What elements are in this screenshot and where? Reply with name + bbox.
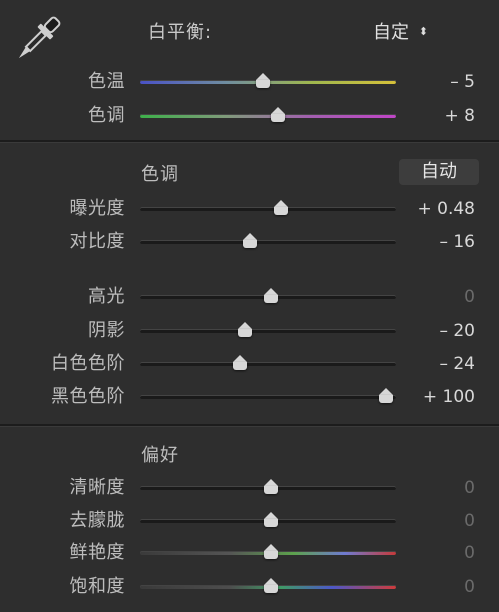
slider-value-clarity[interactable]: 0 bbox=[385, 477, 475, 499]
eyedropper-icon[interactable] bbox=[10, 10, 66, 68]
slider-label-exposure: 曝光度 bbox=[69, 198, 125, 219]
slider-label-temp: 色温 bbox=[88, 71, 125, 92]
slider-value-temp[interactable]: – 5 bbox=[385, 71, 475, 93]
slider-value-vibrance[interactable]: 0 bbox=[385, 542, 475, 564]
slider-label-clarity: 清晰度 bbox=[69, 477, 125, 498]
slider-track-shadows[interactable] bbox=[140, 329, 396, 333]
slider-label-blacks: 黑色色阶 bbox=[51, 386, 125, 407]
slider-value-highlights[interactable]: 0 bbox=[385, 286, 475, 308]
slider-value-dehaze[interactable]: 0 bbox=[385, 510, 475, 532]
slider-label-saturation: 饱和度 bbox=[69, 576, 125, 597]
slider-track-blacks[interactable] bbox=[140, 395, 396, 399]
slider-value-blacks[interactable]: + 100 bbox=[385, 386, 475, 408]
slider-track-contrast[interactable] bbox=[140, 240, 396, 244]
slider-value-tint[interactable]: + 8 bbox=[385, 105, 475, 127]
white-balance-select[interactable]: 自定 ⬍ bbox=[373, 18, 428, 44]
slider-value-saturation[interactable]: 0 bbox=[385, 576, 475, 598]
white-balance-value: 自定 bbox=[373, 22, 409, 43]
slider-value-contrast[interactable]: – 16 bbox=[385, 231, 475, 253]
slider-label-tint: 色调 bbox=[88, 105, 125, 126]
slider-track-tint[interactable] bbox=[140, 114, 396, 118]
basic-panel: 白平衡: 自定 ⬍ 色温 – 5 色调 + 8 色调 自动 曝光度 + 0.48 对比度 –… bbox=[0, 0, 499, 612]
slider-value-exposure[interactable]: + 0.48 bbox=[385, 198, 476, 220]
slider-label-vibrance: 鲜艳度 bbox=[69, 542, 125, 563]
slider-value-shadows[interactable]: – 20 bbox=[385, 320, 475, 342]
slider-label-dehaze: 去朦胧 bbox=[69, 510, 125, 531]
section-divider bbox=[0, 424, 499, 427]
slider-label-shadows: 阴影 bbox=[88, 320, 125, 341]
slider-value-whites[interactable]: – 24 bbox=[385, 353, 475, 375]
updown-arrows-icon: ⬍ bbox=[418, 25, 428, 38]
slider-label-highlights: 高光 bbox=[88, 286, 125, 307]
white-balance-label: 白平衡: bbox=[148, 22, 213, 43]
slider-label-contrast: 对比度 bbox=[69, 231, 125, 252]
presence-section-title: 偏好 bbox=[141, 445, 179, 466]
tone-section-title: 色调 bbox=[141, 164, 179, 185]
auto-tone-button[interactable]: 自动 bbox=[399, 159, 479, 185]
section-divider bbox=[0, 140, 499, 143]
slider-track-exposure[interactable] bbox=[140, 207, 396, 211]
slider-track-whites[interactable] bbox=[140, 362, 396, 366]
slider-label-whites: 白色色阶 bbox=[51, 353, 125, 374]
